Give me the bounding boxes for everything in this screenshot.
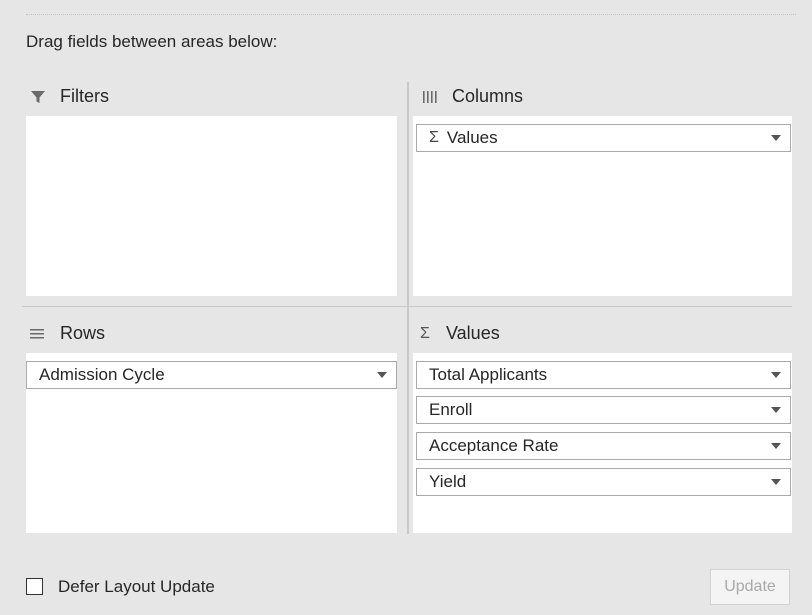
area-divider-vertical <box>407 82 409 534</box>
values-area-header: Σ Values <box>420 323 500 344</box>
values-field-total-applicants[interactable]: Total Applicants <box>416 361 791 389</box>
values-field-acceptance-rate[interactable]: Acceptance Rate <box>416 432 791 460</box>
top-separator <box>26 14 796 15</box>
filters-drop-area[interactable] <box>26 116 397 296</box>
columns-field-values[interactable]: Σ Values <box>416 124 791 152</box>
field-label: Values <box>446 128 498 147</box>
rows-area-label: Rows <box>60 323 106 343</box>
area-divider-horizontal <box>22 306 792 307</box>
rows-field-admission-cycle[interactable]: Admission Cycle <box>26 361 397 389</box>
values-area-label: Values <box>446 323 500 343</box>
values-field-enroll[interactable]: Enroll <box>416 396 791 424</box>
sigma-icon: Σ <box>429 129 439 146</box>
chevron-down-icon[interactable] <box>762 372 790 378</box>
filters-area-header: Filters <box>30 86 109 107</box>
columns-area-label: Columns <box>452 86 524 106</box>
defer-layout-update-checkbox[interactable] <box>26 578 43 595</box>
field-label: Enroll <box>429 400 473 419</box>
field-label: Admission Cycle <box>39 365 165 384</box>
columns-area-header: Columns <box>422 86 523 107</box>
chevron-down-icon[interactable] <box>368 372 396 378</box>
filter-icon <box>30 87 52 107</box>
chevron-down-icon[interactable] <box>762 443 790 449</box>
defer-layout-update-label: Defer Layout Update <box>58 577 215 596</box>
field-label: Acceptance Rate <box>429 436 559 455</box>
rows-area-header: Rows <box>30 323 105 344</box>
chevron-down-icon[interactable] <box>762 479 790 485</box>
sigma-icon: Σ <box>420 324 430 342</box>
values-field-yield[interactable]: Yield <box>416 468 791 496</box>
rows-icon <box>30 324 52 344</box>
update-button[interactable]: Update <box>710 569 790 605</box>
filters-area-label: Filters <box>60 86 109 106</box>
chevron-down-icon[interactable] <box>762 407 790 413</box>
field-label: Yield <box>429 472 467 491</box>
instructions-text: Drag fields between areas below: <box>26 32 278 51</box>
chevron-down-icon[interactable] <box>762 135 790 141</box>
field-label: Total Applicants <box>429 365 548 384</box>
columns-icon <box>422 87 444 107</box>
